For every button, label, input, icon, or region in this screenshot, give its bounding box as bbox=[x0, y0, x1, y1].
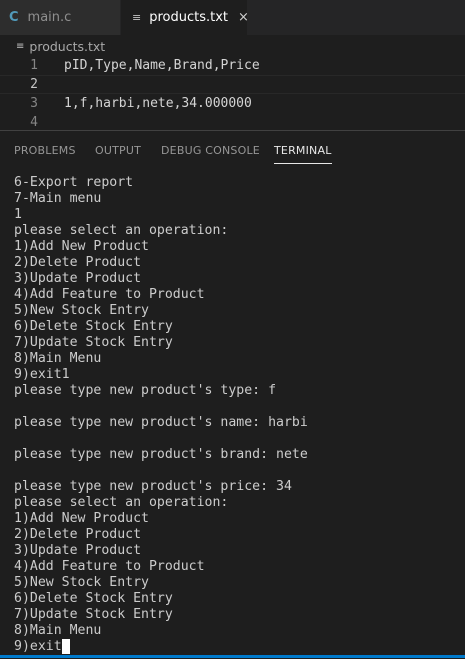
terminal-line: 1)Add New Product bbox=[14, 511, 149, 526]
tab-debug-console[interactable]: DEBUG CONSOLE bbox=[161, 144, 260, 157]
terminal-line: 1 bbox=[14, 207, 22, 222]
tab-problems[interactable]: PROBLEMS bbox=[14, 144, 76, 157]
terminal-line: 8)Main Menu bbox=[14, 623, 102, 638]
editor-line[interactable]: 3 1,f,harbi,nete,34.000000 bbox=[0, 94, 465, 113]
editor-line-current[interactable]: 2 bbox=[0, 75, 465, 94]
bottom-panel: PROBLEMS OUTPUT DEBUG CONSOLE TERMINAL 6… bbox=[0, 130, 465, 659]
terminal-line: 5)New Stock Entry bbox=[14, 303, 149, 318]
terminal-line: 7-Main menu bbox=[14, 191, 102, 206]
tab-label: products.txt bbox=[149, 10, 229, 25]
breadcrumb-label: products.txt bbox=[29, 38, 106, 54]
terminal-line: 6)Delete Stock Entry bbox=[14, 319, 173, 334]
terminal-line: 5)New Stock Entry bbox=[14, 575, 149, 590]
text-file-icon: ≡ bbox=[132, 11, 142, 24]
line-text: pID,Type,Name,Brand,Price bbox=[64, 58, 260, 73]
terminal-line: 6-Export report bbox=[14, 175, 134, 190]
terminal-line: 8)Main Menu bbox=[14, 351, 102, 366]
terminal-prompt: 9)exit bbox=[14, 639, 62, 654]
panel-tab-bar: PROBLEMS OUTPUT DEBUG CONSOLE TERMINAL bbox=[0, 131, 465, 169]
terminal-line: 7)Update Stock Entry bbox=[14, 607, 173, 622]
tab-terminal[interactable]: TERMINAL bbox=[274, 144, 332, 164]
terminal-line: 2)Delete Product bbox=[14, 527, 142, 542]
terminal-prompt-line[interactable]: 9)exit bbox=[14, 639, 454, 655]
editor-tab-bar: C main.c ≡ products.txt × bbox=[0, 0, 465, 35]
terminal-line: please type new product's type: f bbox=[14, 383, 277, 398]
terminal-line: please select an operation: bbox=[14, 495, 229, 510]
tab-products-txt[interactable]: ≡ products.txt × bbox=[121, 0, 249, 35]
terminal-output[interactable]: 6-Export report 7-Main menu 1 please sel… bbox=[14, 175, 454, 655]
terminal-cursor bbox=[61, 639, 70, 654]
terminal-line: 6)Delete Stock Entry bbox=[14, 591, 173, 606]
editor-line[interactable]: 1 pID,Type,Name,Brand,Price bbox=[0, 56, 465, 75]
terminal-line: please type new product's price: 34 bbox=[14, 479, 292, 494]
terminal-line: please select an operation: bbox=[14, 223, 229, 238]
breadcrumb[interactable]: ≡ products.txt bbox=[16, 37, 105, 55]
terminal-line: 4)Add Feature to Product bbox=[14, 559, 205, 574]
terminal-line: 9)exit1 bbox=[14, 367, 70, 382]
line-text: 1,f,harbi,nete,34.000000 bbox=[64, 96, 252, 111]
terminal-line: 2)Delete Product bbox=[14, 255, 142, 270]
terminal-line: 1)Add New Product bbox=[14, 239, 149, 254]
tab-label: main.c bbox=[27, 10, 72, 25]
close-icon[interactable]: × bbox=[238, 10, 249, 25]
terminal-line: 7)Update Stock Entry bbox=[14, 335, 173, 350]
terminal-line: 3)Update Product bbox=[14, 543, 142, 558]
terminal-line: 3)Update Product bbox=[14, 271, 142, 286]
code-editor[interactable]: 1 pID,Type,Name,Brand,Price 2 3 1,f,harb… bbox=[0, 56, 465, 130]
text-file-icon: ≡ bbox=[16, 40, 25, 52]
terminal-line: please type new product's brand: nete bbox=[14, 447, 308, 462]
line-number: 2 bbox=[30, 77, 38, 92]
c-file-icon: C bbox=[9, 10, 19, 25]
tab-main-c[interactable]: C main.c bbox=[0, 0, 120, 35]
line-number: 1 bbox=[30, 58, 38, 73]
terminal-line: 4)Add Feature to Product bbox=[14, 287, 205, 302]
tab-output[interactable]: OUTPUT bbox=[95, 144, 141, 157]
line-number: 3 bbox=[30, 96, 38, 111]
terminal-line: please type new product's name: harbi bbox=[14, 415, 308, 430]
